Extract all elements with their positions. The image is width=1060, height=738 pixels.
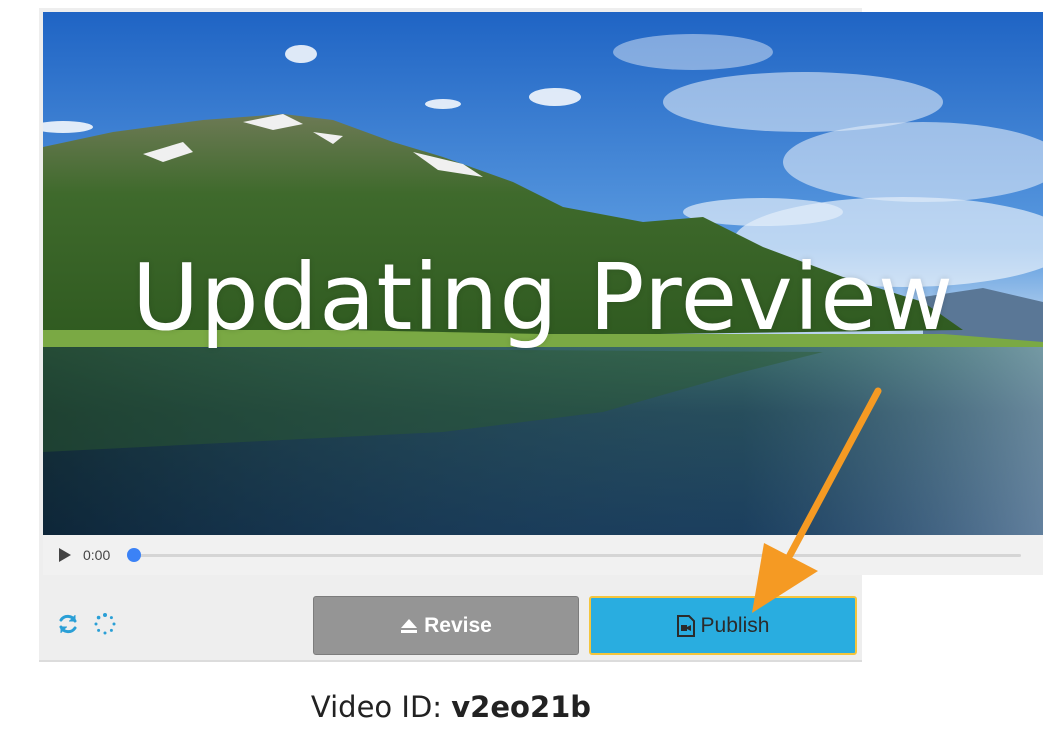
eject-icon bbox=[400, 618, 418, 634]
video-id-label: Video ID: bbox=[310, 690, 443, 724]
video-preview[interactable]: Updating Preview bbox=[43, 12, 1043, 535]
publish-button[interactable]: Publish bbox=[589, 596, 857, 655]
revise-label: Revise bbox=[424, 613, 492, 637]
current-time: 0:00 bbox=[83, 547, 111, 563]
video-file-icon bbox=[676, 614, 695, 637]
play-icon[interactable] bbox=[59, 548, 71, 562]
spinner-icon bbox=[94, 613, 116, 635]
player-controls: 0:00 bbox=[43, 535, 1043, 575]
video-id: Video ID: v2eo21b bbox=[0, 690, 902, 724]
seek-track[interactable] bbox=[131, 554, 1021, 557]
preview-overlay-title: Updating Preview bbox=[131, 244, 955, 351]
video-id-value: v2eo21b bbox=[451, 690, 592, 724]
seek-handle[interactable] bbox=[127, 548, 141, 562]
refresh-icon[interactable] bbox=[56, 612, 80, 636]
publish-label: Publish bbox=[700, 613, 770, 637]
revise-button[interactable]: Revise bbox=[313, 596, 579, 655]
